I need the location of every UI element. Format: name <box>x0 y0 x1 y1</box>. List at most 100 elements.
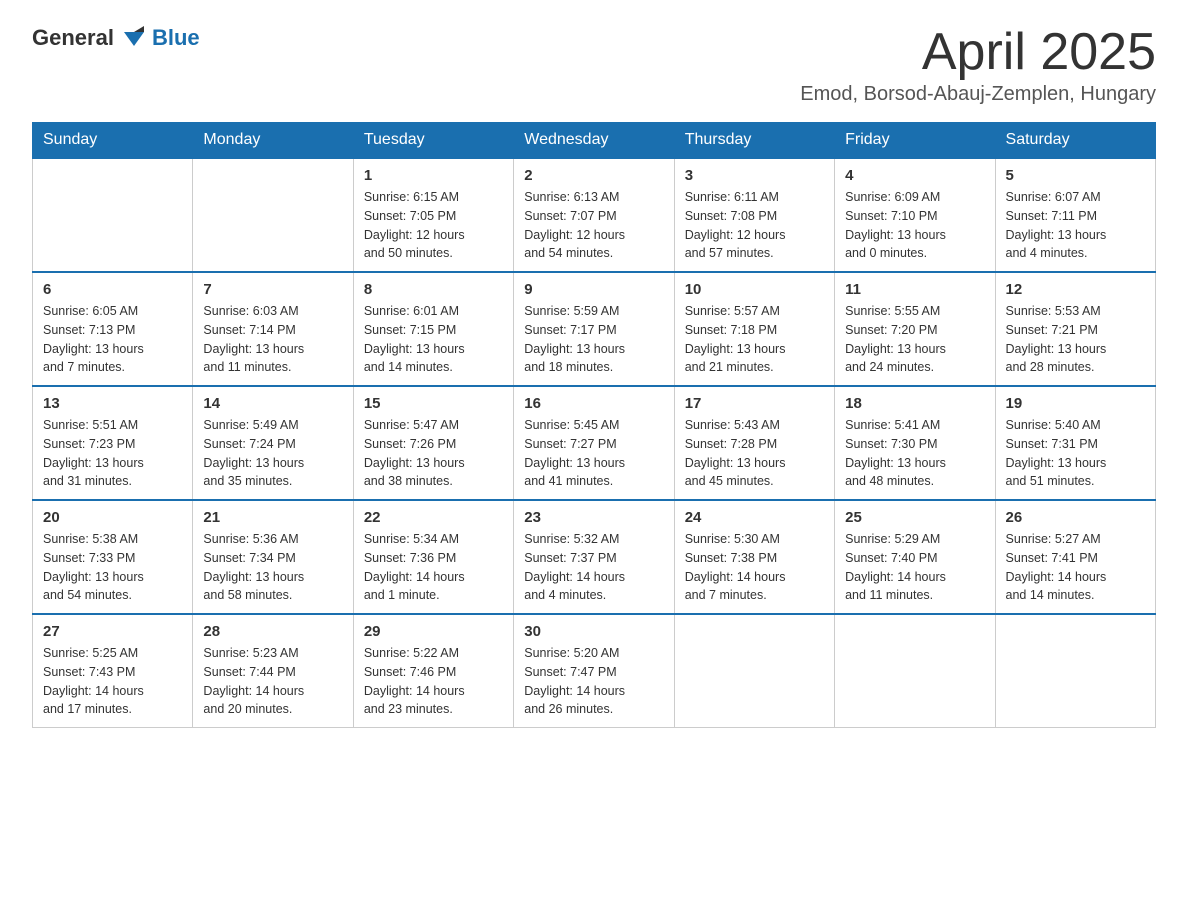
day-number: 17 <box>685 395 824 412</box>
day-number: 6 <box>43 281 182 298</box>
day-info: Sunrise: 5:22 AM Sunset: 7:46 PM Dayligh… <box>364 644 503 719</box>
day-number: 29 <box>364 623 503 640</box>
day-number: 4 <box>845 167 984 184</box>
day-number: 5 <box>1006 167 1145 184</box>
calendar-cell: 10 Sunrise: 5:57 AM Sunset: 7:18 PM Dayli… <box>674 272 834 386</box>
day-number: 1 <box>364 167 503 184</box>
calendar-cell <box>193 158 353 272</box>
day-info: Sunrise: 5:55 AM Sunset: 7:20 PM Dayligh… <box>845 302 984 377</box>
day-number: 8 <box>364 281 503 298</box>
day-info: Sunrise: 5:34 AM Sunset: 7:36 PM Dayligh… <box>364 530 503 605</box>
calendar-cell: 5 Sunrise: 6:07 AM Sunset: 7:11 PM Daylig… <box>995 158 1155 272</box>
day-info: Sunrise: 5:49 AM Sunset: 7:24 PM Dayligh… <box>203 416 342 491</box>
calendar-cell: 19Sunrise: 5:40 AM Sunset: 7:31 PM Dayli… <box>995 386 1155 500</box>
calendar-cell: 2Sunrise: 6:13 AM Sunset: 7:07 PM Daylig… <box>514 158 674 272</box>
week-row-2: 6 Sunrise: 6:05 AM Sunset: 7:13 PM Daylig… <box>33 272 1156 386</box>
day-info: Sunrise: 5:23 AM Sunset: 7:44 PM Dayligh… <box>203 644 342 719</box>
calendar-cell: 29 Sunrise: 5:22 AM Sunset: 7:46 PM Dayli… <box>353 614 513 728</box>
week-row-1: 1Sunrise: 6:15 AM Sunset: 7:05 PM Daylig… <box>33 158 1156 272</box>
day-info: Sunrise: 5:25 AM Sunset: 7:43 PM Dayligh… <box>43 644 182 719</box>
day-info: Sunrise: 5:41 AM Sunset: 7:30 PM Dayligh… <box>845 416 984 491</box>
page-header: General Blue April 2025 Emod, Borsod-Aba… <box>32 24 1156 106</box>
calendar-cell: 13 Sunrise: 5:51 AM Sunset: 7:23 PM Dayli… <box>33 386 193 500</box>
day-number: 12 <box>1006 281 1145 298</box>
logo-icon <box>120 24 148 52</box>
calendar-cell: 26 Sunrise: 5:27 AM Sunset: 7:41 PM Dayli… <box>995 500 1155 614</box>
calendar-cell: 4 Sunrise: 6:09 AM Sunset: 7:10 PM Daylig… <box>835 158 995 272</box>
day-info: Sunrise: 5:30 AM Sunset: 7:38 PM Dayligh… <box>685 530 824 605</box>
weekday-header-row: SundayMondayTuesdayWednesdayThursdayFrid… <box>33 123 1156 159</box>
day-number: 13 <box>43 395 182 412</box>
day-info: Sunrise: 5:51 AM Sunset: 7:23 PM Dayligh… <box>43 416 182 491</box>
calendar-cell: 30Sunrise: 5:20 AM Sunset: 7:47 PM Dayli… <box>514 614 674 728</box>
day-info: Sunrise: 6:05 AM Sunset: 7:13 PM Dayligh… <box>43 302 182 377</box>
day-number: 28 <box>203 623 342 640</box>
day-info: Sunrise: 5:27 AM Sunset: 7:41 PM Dayligh… <box>1006 530 1145 605</box>
day-info: Sunrise: 5:32 AM Sunset: 7:37 PM Dayligh… <box>524 530 663 605</box>
week-row-4: 20Sunrise: 5:38 AM Sunset: 7:33 PM Dayli… <box>33 500 1156 614</box>
day-number: 24 <box>685 509 824 526</box>
day-info: Sunrise: 5:43 AM Sunset: 7:28 PM Dayligh… <box>685 416 824 491</box>
calendar-cell: 24 Sunrise: 5:30 AM Sunset: 7:38 PM Dayli… <box>674 500 834 614</box>
weekday-header-saturday: Saturday <box>995 123 1155 159</box>
calendar-cell: 14 Sunrise: 5:49 AM Sunset: 7:24 PM Dayli… <box>193 386 353 500</box>
calendar-cell <box>33 158 193 272</box>
month-title: April 2025 <box>800 24 1156 81</box>
day-info: Sunrise: 6:03 AM Sunset: 7:14 PM Dayligh… <box>203 302 342 377</box>
weekday-header-sunday: Sunday <box>33 123 193 159</box>
day-info: Sunrise: 6:09 AM Sunset: 7:10 PM Dayligh… <box>845 188 984 263</box>
day-number: 11 <box>845 281 984 298</box>
calendar-cell <box>674 614 834 728</box>
week-row-3: 13 Sunrise: 5:51 AM Sunset: 7:23 PM Dayli… <box>33 386 1156 500</box>
day-number: 16 <box>524 395 663 412</box>
calendar-cell: 18 Sunrise: 5:41 AM Sunset: 7:30 PM Dayli… <box>835 386 995 500</box>
day-number: 15 <box>364 395 503 412</box>
day-number: 21 <box>203 509 342 526</box>
day-number: 22 <box>364 509 503 526</box>
logo-general-text: General <box>32 25 114 51</box>
calendar-cell <box>835 614 995 728</box>
calendar-cell: 12 Sunrise: 5:53 AM Sunset: 7:21 PM Dayli… <box>995 272 1155 386</box>
day-info: Sunrise: 5:40 AM Sunset: 7:31 PM Dayligh… <box>1006 416 1145 491</box>
day-number: 3 <box>685 167 824 184</box>
day-number: 30 <box>524 623 663 640</box>
day-info: Sunrise: 5:47 AM Sunset: 7:26 PM Dayligh… <box>364 416 503 491</box>
weekday-header-thursday: Thursday <box>674 123 834 159</box>
calendar-cell: 3 Sunrise: 6:11 AM Sunset: 7:08 PM Daylig… <box>674 158 834 272</box>
day-number: 26 <box>1006 509 1145 526</box>
weekday-header-monday: Monday <box>193 123 353 159</box>
day-number: 27 <box>43 623 182 640</box>
location-subtitle: Emod, Borsod-Abauj-Zemplen, Hungary <box>800 83 1156 106</box>
weekday-header-tuesday: Tuesday <box>353 123 513 159</box>
day-info: Sunrise: 5:59 AM Sunset: 7:17 PM Dayligh… <box>524 302 663 377</box>
day-info: Sunrise: 5:53 AM Sunset: 7:21 PM Dayligh… <box>1006 302 1145 377</box>
weekday-header-wednesday: Wednesday <box>514 123 674 159</box>
calendar-cell: 23 Sunrise: 5:32 AM Sunset: 7:37 PM Dayli… <box>514 500 674 614</box>
calendar-cell: 7Sunrise: 6:03 AM Sunset: 7:14 PM Daylig… <box>193 272 353 386</box>
week-row-5: 27 Sunrise: 5:25 AM Sunset: 7:43 PM Dayli… <box>33 614 1156 728</box>
day-number: 10 <box>685 281 824 298</box>
calendar-cell: 16Sunrise: 5:45 AM Sunset: 7:27 PM Dayli… <box>514 386 674 500</box>
calendar-cell: 17 Sunrise: 5:43 AM Sunset: 7:28 PM Dayli… <box>674 386 834 500</box>
day-info: Sunrise: 5:57 AM Sunset: 7:18 PM Dayligh… <box>685 302 824 377</box>
calendar-cell: 15 Sunrise: 5:47 AM Sunset: 7:26 PM Dayli… <box>353 386 513 500</box>
day-info: Sunrise: 5:36 AM Sunset: 7:34 PM Dayligh… <box>203 530 342 605</box>
day-number: 9 <box>524 281 663 298</box>
calendar-cell: 28 Sunrise: 5:23 AM Sunset: 7:44 PM Dayli… <box>193 614 353 728</box>
day-number: 18 <box>845 395 984 412</box>
calendar-cell: 25Sunrise: 5:29 AM Sunset: 7:40 PM Dayli… <box>835 500 995 614</box>
logo: General Blue <box>32 24 200 52</box>
calendar-cell: 1Sunrise: 6:15 AM Sunset: 7:05 PM Daylig… <box>353 158 513 272</box>
day-info: Sunrise: 6:11 AM Sunset: 7:08 PM Dayligh… <box>685 188 824 263</box>
calendar-cell <box>995 614 1155 728</box>
logo-blue-text: Blue <box>152 25 200 51</box>
calendar-cell: 21 Sunrise: 5:36 AM Sunset: 7:34 PM Dayli… <box>193 500 353 614</box>
calendar-cell: 20Sunrise: 5:38 AM Sunset: 7:33 PM Dayli… <box>33 500 193 614</box>
day-info: Sunrise: 6:07 AM Sunset: 7:11 PM Dayligh… <box>1006 188 1145 263</box>
calendar-table: SundayMondayTuesdayWednesdayThursdayFrid… <box>32 122 1156 728</box>
day-number: 20 <box>43 509 182 526</box>
calendar-cell: 27 Sunrise: 5:25 AM Sunset: 7:43 PM Dayli… <box>33 614 193 728</box>
calendar-cell: 9 Sunrise: 5:59 AM Sunset: 7:17 PM Daylig… <box>514 272 674 386</box>
day-number: 23 <box>524 509 663 526</box>
day-number: 14 <box>203 395 342 412</box>
